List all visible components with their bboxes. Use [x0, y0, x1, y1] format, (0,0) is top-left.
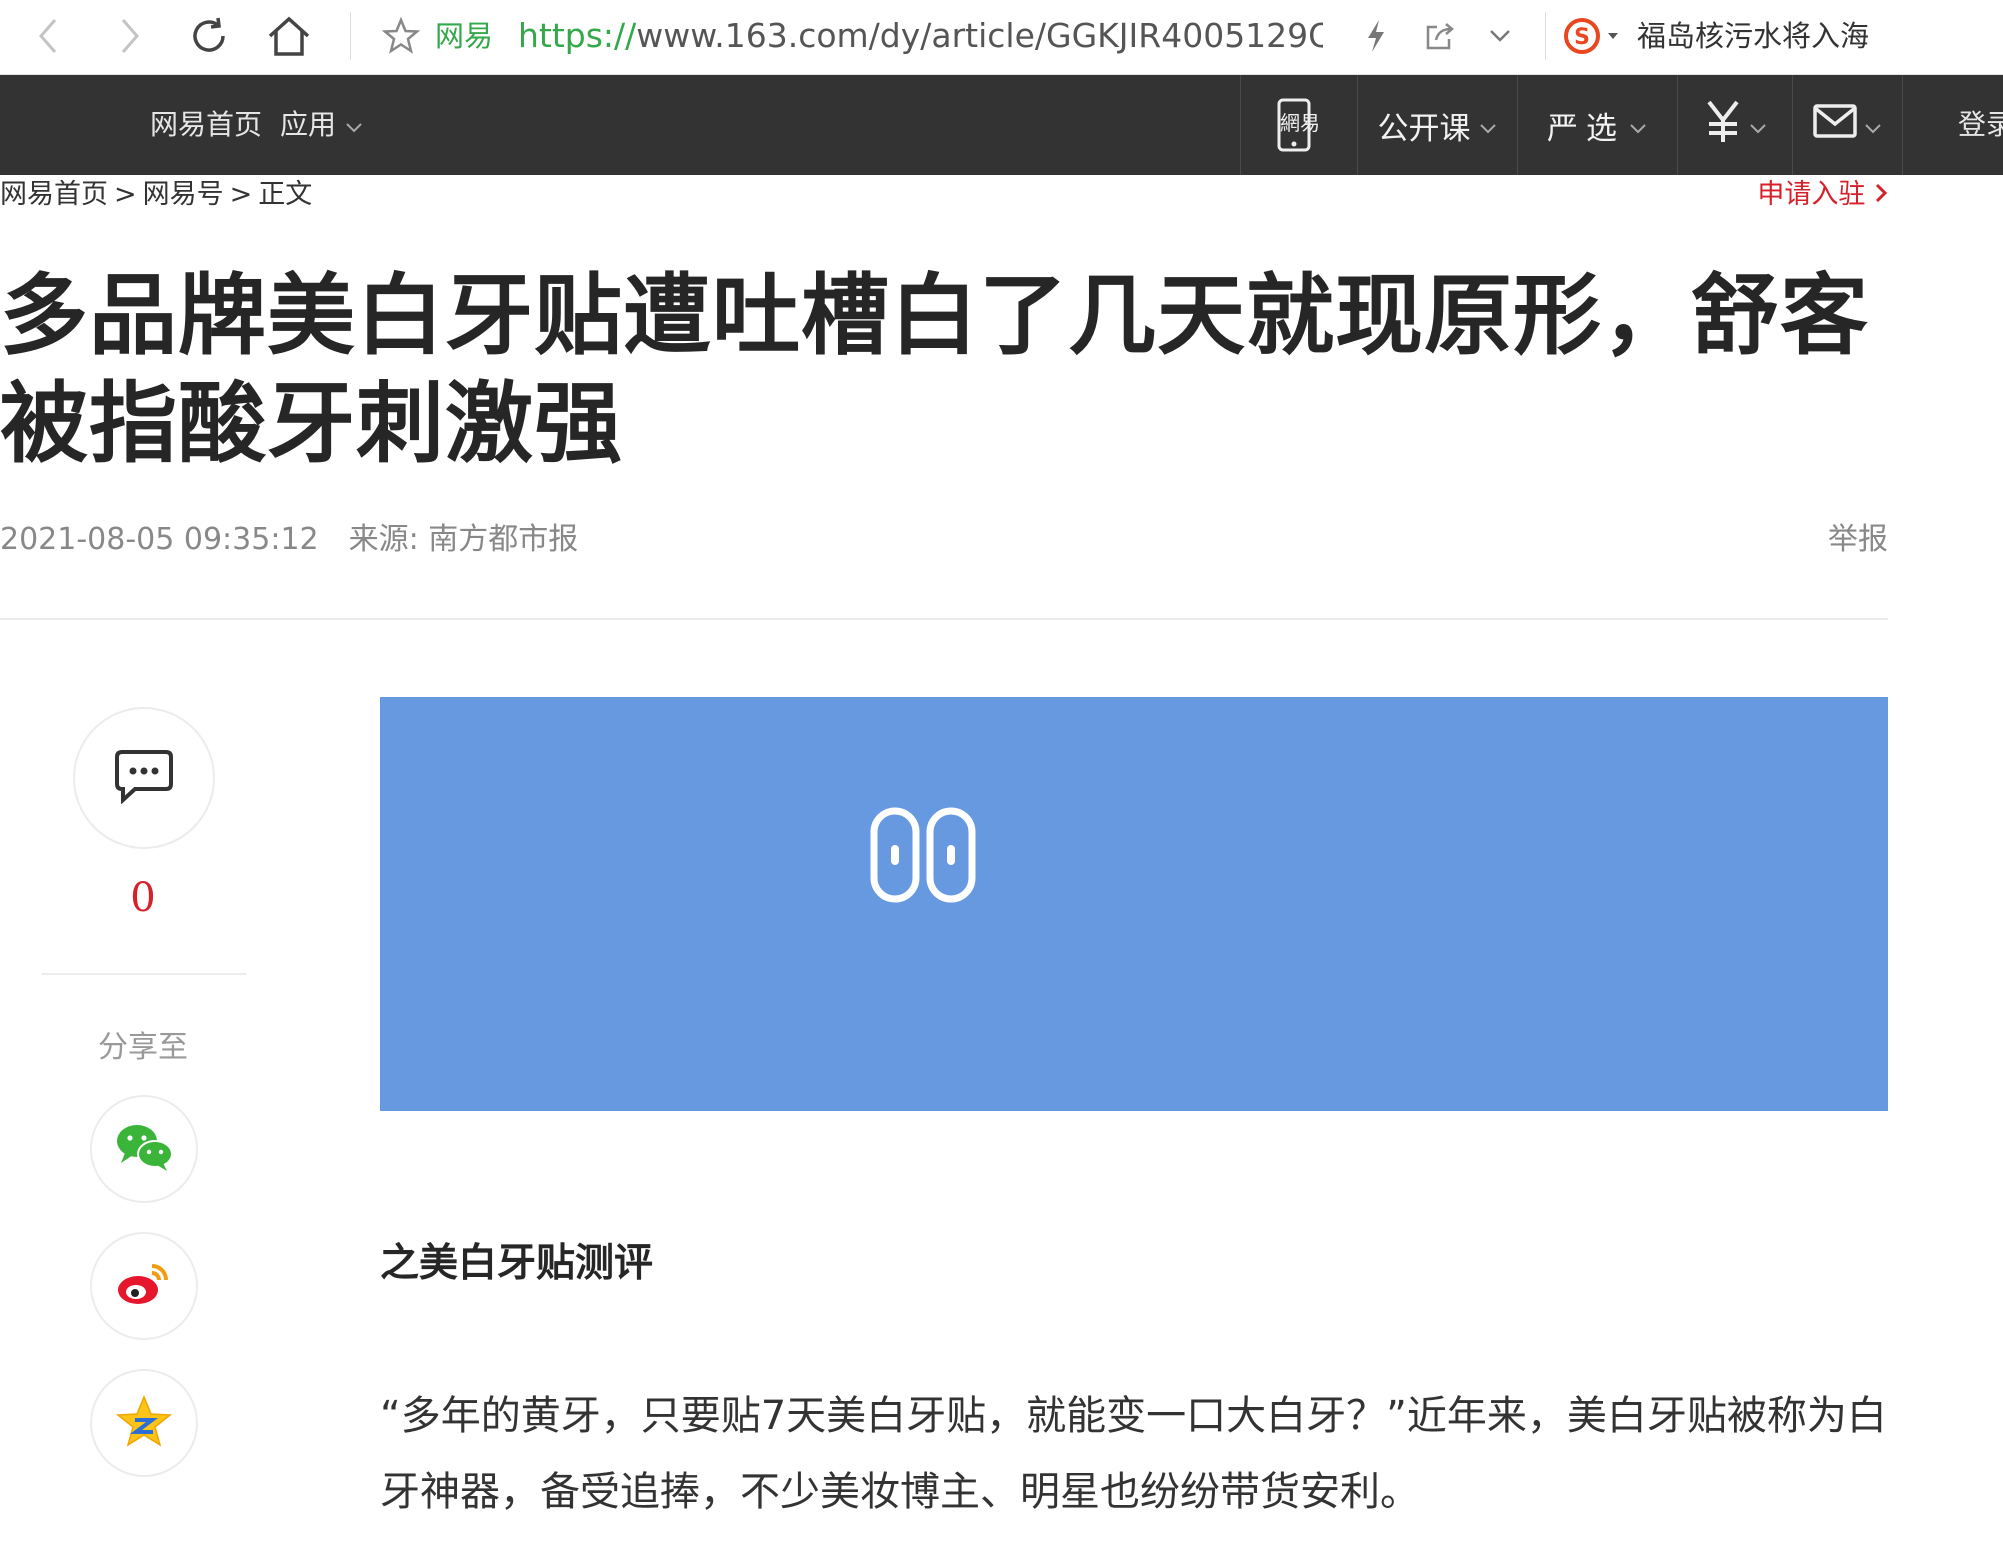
breadcrumb: 网易首页 > 网易号 > 正文: [0, 176, 312, 214]
nav-lottery-menu[interactable]: [1677, 75, 1792, 175]
share-icon[interactable]: [1420, 10, 1460, 62]
nav-apps-menu[interactable]: 应用: [280, 75, 363, 175]
share-label: 分享至: [98, 1030, 188, 1065]
chevron-down-icon: [1749, 107, 1767, 143]
toolbar-divider: [1545, 12, 1546, 60]
breadcrumb-netease-hao[interactable]: 网易号: [143, 179, 224, 210]
article-media[interactable]: [380, 697, 1888, 1111]
publish-datetime: 2021-08-05 09:35:12: [0, 522, 319, 557]
chevron-down-icon: [1864, 107, 1882, 143]
mobile-netease-icon[interactable]: 網易: [1240, 75, 1357, 175]
apply-join-label: 申请入驻: [1757, 179, 1866, 210]
share-wechat-button[interactable]: [90, 1095, 198, 1203]
address-bar-url[interactable]: https://www.163.com/dy/article/GGKJIR400…: [518, 14, 1323, 58]
breadcrumb-home[interactable]: 网易首页: [0, 179, 108, 210]
share-qzone-button[interactable]: [90, 1369, 198, 1477]
yen-icon: [1703, 98, 1743, 152]
wechat-icon: [113, 1121, 175, 1177]
toolbar-divider: [350, 12, 351, 60]
share-weibo-button[interactable]: [90, 1232, 198, 1340]
section-heading: 之美白牙贴测评: [380, 1241, 654, 1286]
reload-icon[interactable]: [186, 10, 232, 62]
qzone-icon: [115, 1394, 173, 1452]
address-site-label[interactable]: 网易: [435, 14, 493, 58]
url-protocol: https://: [518, 16, 637, 55]
apply-join-link[interactable]: 申请入驻: [1757, 176, 1888, 214]
svg-text:網易: 網易: [1280, 111, 1320, 135]
nav-login-link[interactable]: 登录: [1958, 75, 2003, 175]
nav-yanxuan-menu[interactable]: 严选: [1517, 75, 1677, 175]
comment-icon: [113, 748, 175, 808]
home-icon[interactable]: [264, 10, 314, 62]
nav-home-link[interactable]: 网易首页: [150, 75, 262, 175]
back-icon[interactable]: [28, 10, 68, 62]
forward-icon[interactable]: [110, 10, 150, 62]
chevron-down-icon: [1629, 107, 1647, 143]
lightning-icon[interactable]: [1358, 10, 1394, 62]
nav-mail-menu[interactable]: [1792, 75, 1902, 175]
browser-toolbar: 网易 https://www.163.com/dy/article/GGKJIR…: [0, 0, 2003, 75]
header-divider: [0, 618, 1888, 620]
nav-opencourse-menu[interactable]: 公开课: [1357, 75, 1517, 175]
nav-yanxuan-label: 严选: [1547, 110, 1625, 147]
breadcrumb-separator: >: [229, 179, 253, 210]
nav-apps-label: 应用: [280, 108, 337, 141]
sogou-icon[interactable]: S: [1560, 10, 1630, 62]
weibo-icon: [114, 1258, 174, 1314]
breadcrumb-current: 正文: [258, 179, 313, 210]
chevron-right-icon: [1874, 179, 1888, 210]
article-source: 来源: 南方都市报: [348, 522, 579, 557]
search-suggestion[interactable]: 福岛核污水将入海: [1637, 14, 1869, 58]
mail-icon: [1812, 103, 1858, 147]
report-link[interactable]: 举报: [1828, 518, 1888, 562]
breadcrumb-separator: >: [114, 179, 137, 210]
article-title: 多品牌美白牙贴遭吐槽白了几天就现原形，舒客被指酸牙刺激强: [0, 264, 1870, 475]
url-path: www.163.com/dy/article/GGKJIR4005129QAF.…: [636, 16, 1323, 55]
site-nav: 网易首页 应用 網易 公开课 严选 登录: [0, 75, 2003, 175]
star-icon[interactable]: [380, 10, 422, 62]
comment-count[interactable]: 0: [43, 875, 243, 921]
nav-opencourse-label: 公开课: [1377, 110, 1471, 147]
chevron-down-icon: [345, 108, 363, 141]
article-meta: 2021-08-05 09:35:12 来源: 南方都市报: [0, 518, 578, 562]
nav-divider: [1902, 75, 1903, 175]
article-paragraph: “多年的黄牙，只要贴7天美白牙贴，就能变一口大白牙？”近年来，美白牙贴被称为白牙…: [380, 1393, 1887, 1515]
comment-button[interactable]: [73, 707, 215, 849]
loading-icon: [870, 805, 980, 909]
chevron-down-icon[interactable]: [1480, 10, 1520, 62]
share-divider: [42, 973, 246, 975]
chevron-down-icon: [1479, 107, 1497, 143]
svg-text:S: S: [1574, 25, 1590, 50]
